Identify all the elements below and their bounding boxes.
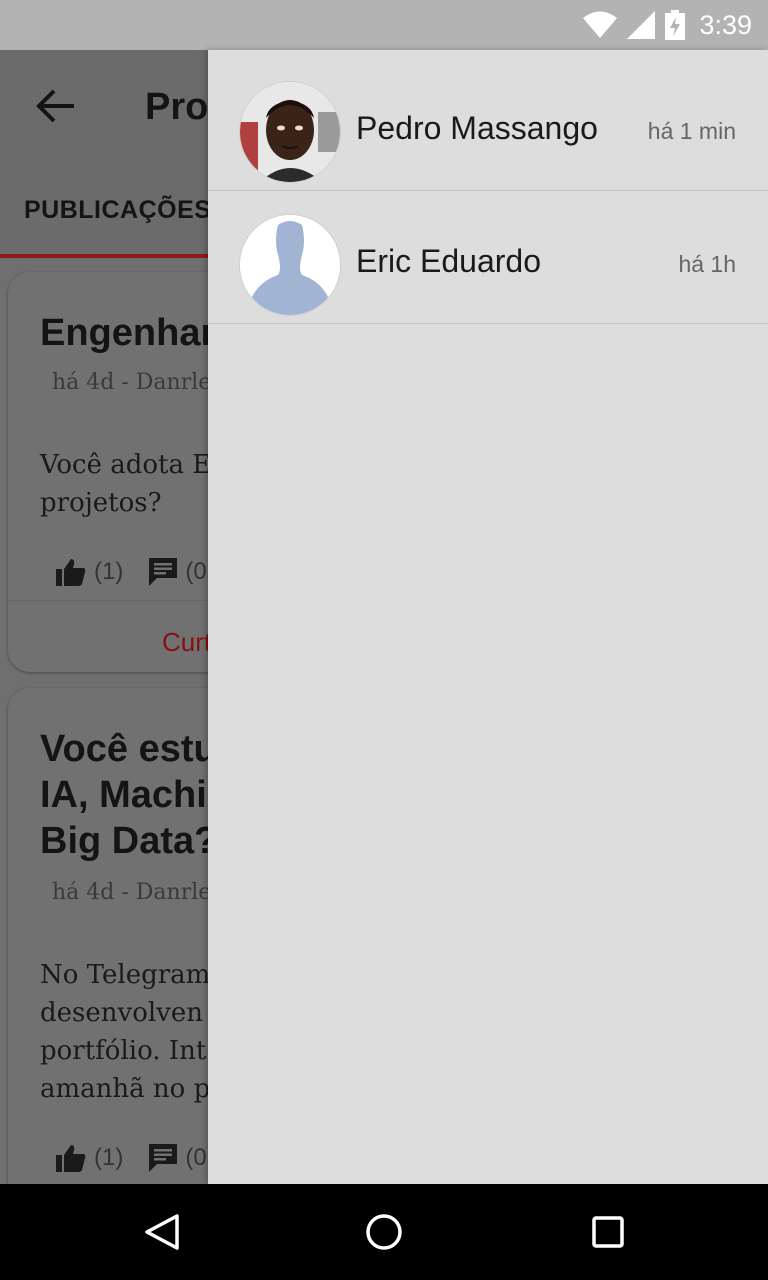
post-body-line: No Telegram bbox=[40, 960, 211, 990]
conversation-time: há 1 min bbox=[647, 118, 736, 144]
post-meta: há 4d - Danrle bbox=[52, 880, 212, 905]
status-icons: 3:39 bbox=[583, 0, 752, 50]
post-title-line: IA, Machi bbox=[40, 774, 207, 816]
avatar bbox=[240, 215, 340, 315]
post-body-line: portfólio. Int bbox=[40, 1036, 207, 1066]
status-bar: 3:39 bbox=[0, 0, 768, 50]
post-body-line: desenvolven bbox=[40, 998, 203, 1028]
conversation-name: Eric Eduardo bbox=[356, 243, 541, 279]
comment-icon bbox=[149, 1144, 178, 1172]
user-photo-icon bbox=[240, 82, 340, 182]
tab-indicator bbox=[0, 254, 220, 258]
post-title: Engenhar bbox=[40, 312, 216, 354]
post-title-line: Você estu bbox=[40, 728, 217, 770]
comment-count: (0 bbox=[185, 558, 207, 585]
battery-charging-icon bbox=[665, 10, 686, 40]
status-time: 3:39 bbox=[699, 9, 752, 40]
post-stats: (1) (0 bbox=[56, 558, 223, 586]
like-count: (1) bbox=[94, 558, 124, 585]
conversation-name: Pedro Massango bbox=[356, 110, 598, 146]
conversation-item[interactable]: Pedro Massango há 1 min bbox=[208, 58, 768, 191]
post-meta: há 4d - Danrle bbox=[52, 370, 212, 395]
post-title-line: Big Data? bbox=[40, 820, 218, 862]
like-button[interactable]: Curt bbox=[162, 627, 211, 658]
default-user-silhouette-icon bbox=[240, 215, 340, 315]
post-stats: (1) (0 bbox=[56, 1144, 223, 1172]
comment-icon bbox=[149, 558, 178, 586]
conversation-time: há 1h bbox=[678, 251, 736, 277]
page-title: Pro bbox=[145, 86, 209, 128]
post-body-line: projetos? bbox=[40, 488, 162, 518]
conversations-drawer: Pedro Massango há 1 min Eric Eduardo há … bbox=[208, 50, 768, 1184]
thumb-up-icon bbox=[56, 559, 86, 586]
back-arrow-icon[interactable] bbox=[36, 88, 76, 124]
signal-icon bbox=[627, 11, 656, 39]
post-body-line: amanhã no p bbox=[40, 1074, 211, 1104]
tab-publicacoes[interactable]: PUBLICAÇÕES bbox=[24, 196, 211, 225]
recents-nav-icon[interactable] bbox=[586, 1210, 630, 1254]
system-nav-bar bbox=[0, 1184, 768, 1280]
comment-stat[interactable]: (0 bbox=[149, 558, 207, 586]
conversation-item[interactable]: Eric Eduardo há 1h bbox=[208, 191, 768, 324]
home-nav-icon[interactable] bbox=[362, 1210, 406, 1254]
like-stat[interactable]: (1) bbox=[56, 558, 123, 586]
thumb-up-icon bbox=[56, 1145, 86, 1172]
avatar bbox=[240, 82, 340, 182]
post-body-line: Você adota E bbox=[40, 450, 212, 480]
comment-count: (0 bbox=[185, 1144, 207, 1171]
wifi-icon bbox=[583, 11, 618, 38]
like-stat[interactable]: (1) bbox=[56, 1144, 123, 1172]
back-nav-icon[interactable] bbox=[139, 1210, 183, 1254]
like-count: (1) bbox=[94, 1144, 124, 1171]
comment-stat[interactable]: (0 bbox=[149, 1144, 207, 1172]
